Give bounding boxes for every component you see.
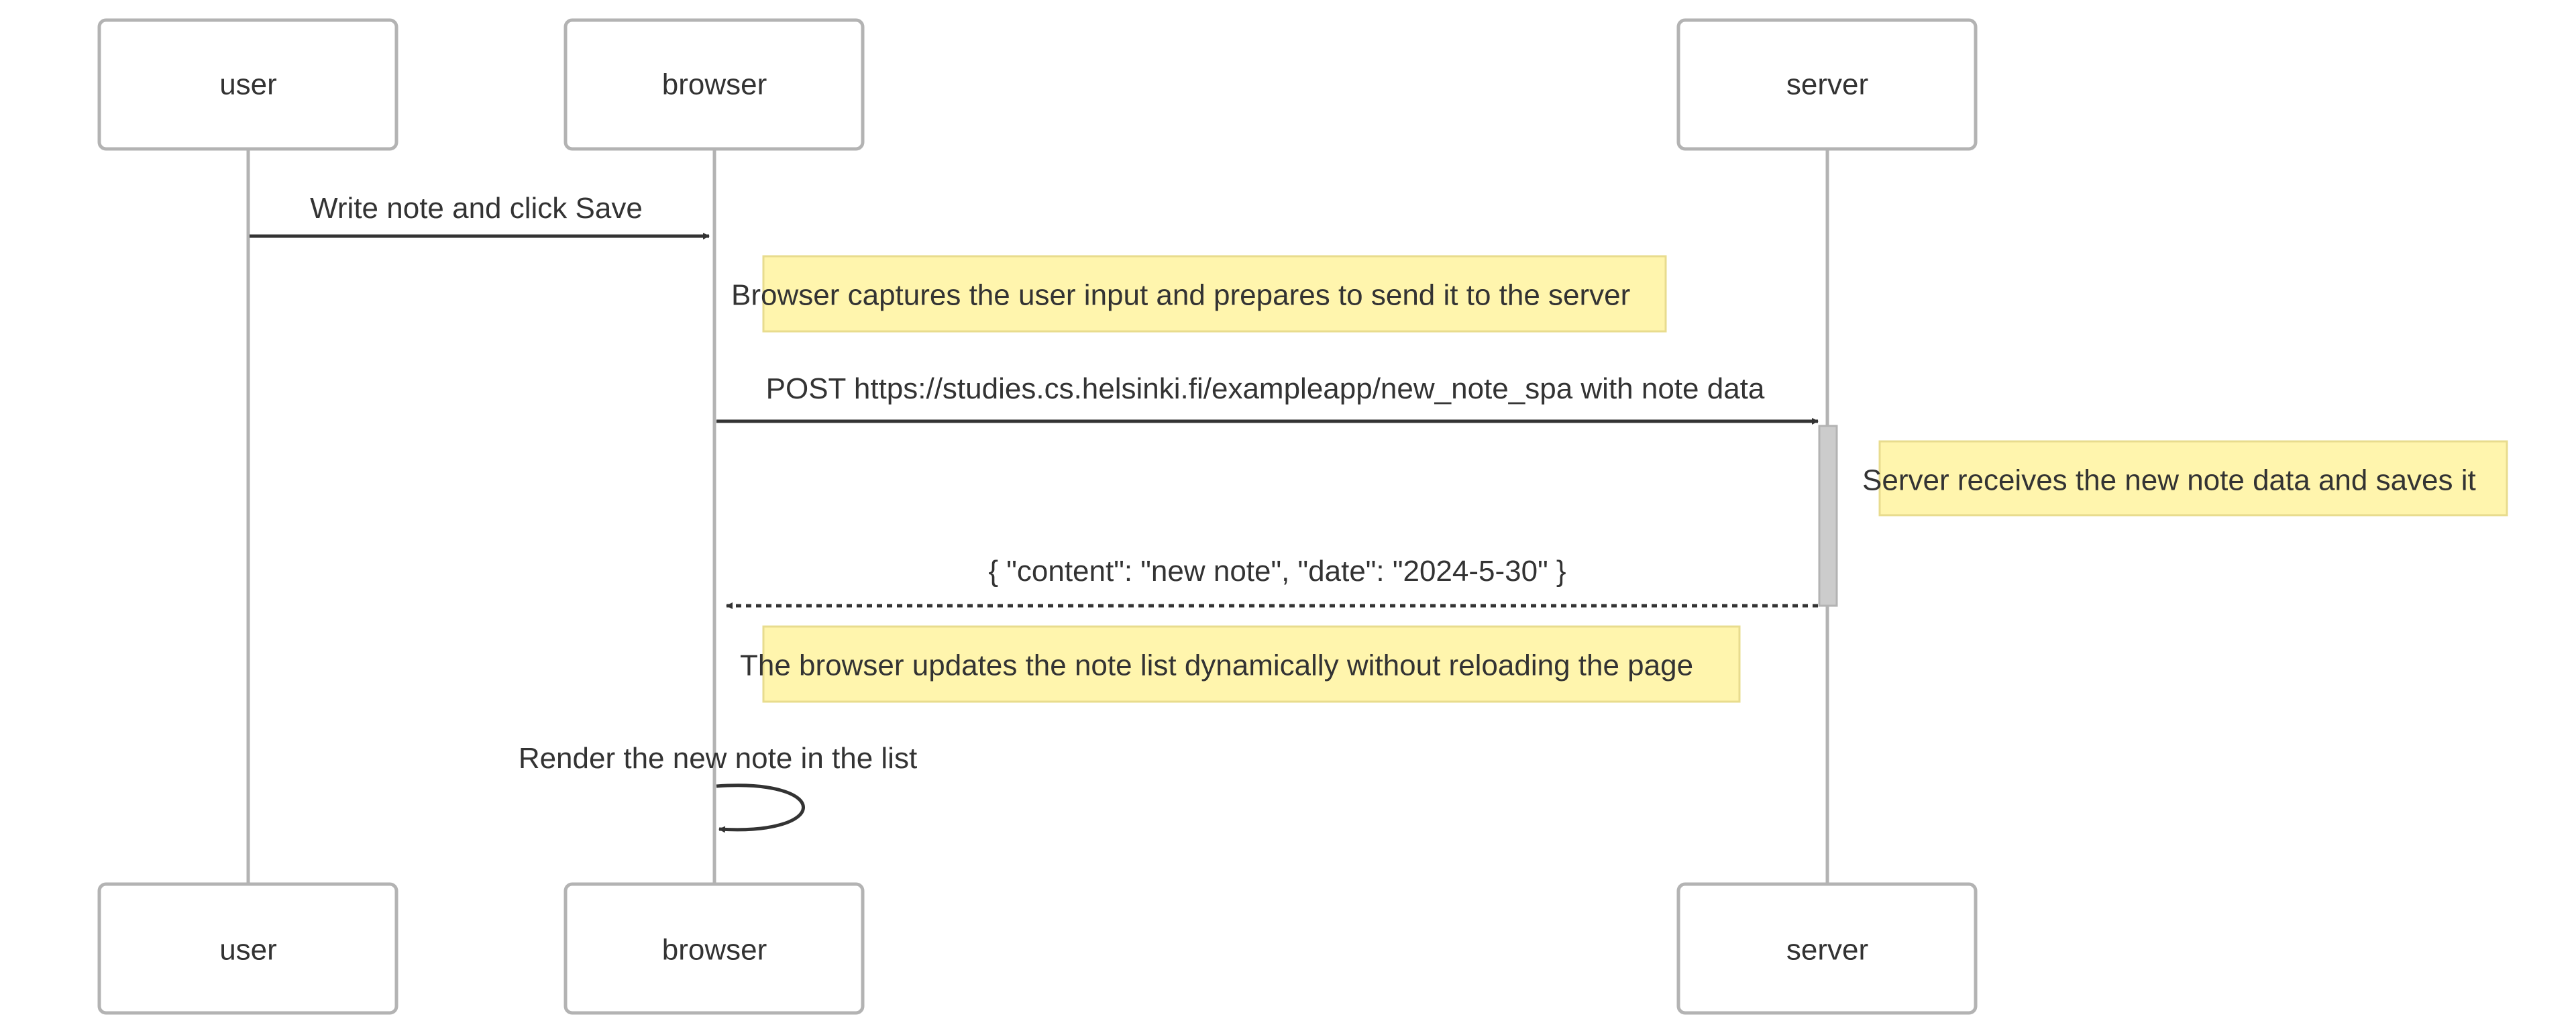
note-text: The browser updates the note list dynami… <box>740 649 1693 682</box>
note-text: Server receives the new note data and sa… <box>1862 464 2476 497</box>
actor-browser-top: browser <box>564 18 865 151</box>
message-post-note: POST https://studies.cs.helsinki.fi/exam… <box>716 372 1819 425</box>
actor-browser-bottom: browser <box>564 882 865 1015</box>
server-activation <box>1818 425 1838 607</box>
actor-user-top: user <box>97 18 398 151</box>
actor-server-top: server <box>1676 18 1978 151</box>
actor-label: server <box>1786 934 1868 967</box>
actor-label: browser <box>662 934 767 967</box>
message-label: Write note and click Save <box>310 192 643 225</box>
message-label: { "content": "new note", "date": "2024-5… <box>988 555 1566 588</box>
actor-label: browser <box>662 68 767 101</box>
message-label: Render the new note in the list <box>519 742 917 775</box>
actor-label: user <box>219 934 277 967</box>
actor-label: server <box>1786 68 1868 101</box>
message-json-response: { "content": "new note", "date": "2024-5… <box>726 555 1818 609</box>
message-render-note: Render the new note in the list <box>519 742 917 833</box>
actor-server-bottom: server <box>1676 882 1978 1015</box>
sequence-diagram: user browser server Write note and click… <box>97 18 2508 1015</box>
message-write-note: Write note and click Save <box>250 192 710 239</box>
actor-label: user <box>219 68 277 101</box>
note-server-saves: Server receives the new note data and sa… <box>1862 440 2508 517</box>
note-text: Browser captures the user input and prep… <box>731 279 1630 312</box>
message-label: POST https://studies.cs.helsinki.fi/exam… <box>766 372 1765 405</box>
note-browser-updates: The browser updates the note list dynami… <box>740 625 1741 703</box>
actor-user-bottom: user <box>97 882 398 1015</box>
note-browser-captures: Browser captures the user input and prep… <box>731 255 1667 333</box>
